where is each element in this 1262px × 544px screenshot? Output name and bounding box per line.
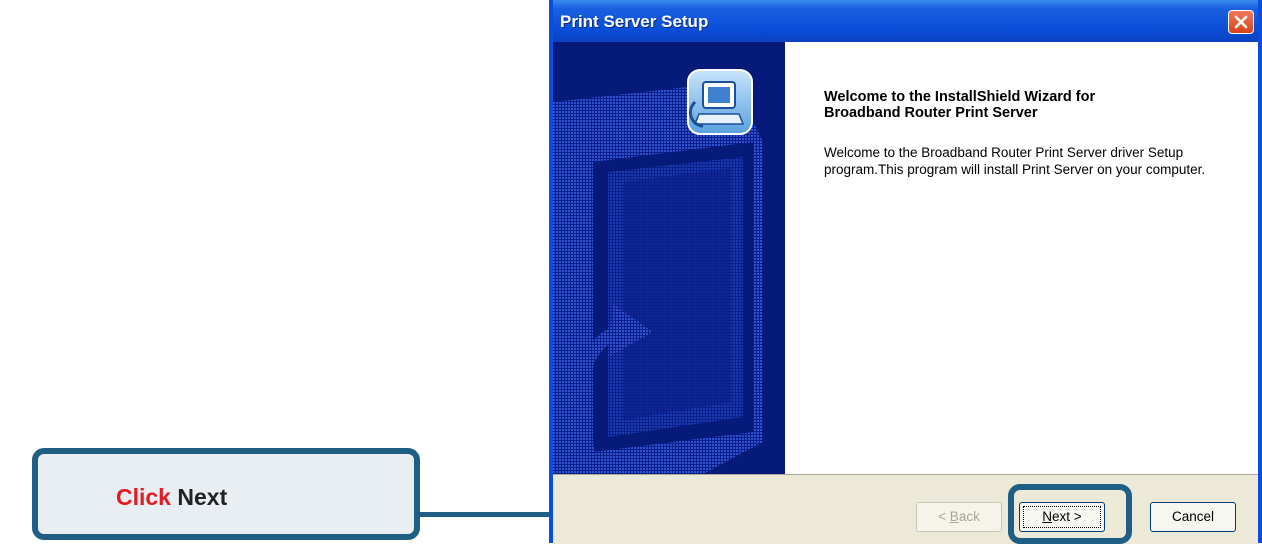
wizard-heading: Welcome to the InstallShield Wizard for … [824, 89, 1096, 121]
callout-text: Click Next [116, 484, 227, 511]
wizard-button-bar: < Back Next > Cancel [553, 474, 1258, 544]
callout-target: Next [177, 484, 228, 510]
wizard-content: Welcome to the InstallShield Wizard for … [553, 42, 1258, 474]
back-accel: B [949, 509, 959, 524]
back-prefix: < [938, 509, 950, 524]
next-button-highlight [1008, 484, 1132, 544]
callout-verb: Click [116, 484, 171, 510]
window-title: Print Server Setup [560, 12, 709, 31]
close-icon [1234, 15, 1248, 29]
cancel-button[interactable]: Cancel [1150, 502, 1236, 532]
back-label-rest: ack [958, 509, 980, 524]
back-button: < Back [916, 502, 1002, 532]
installshield-banner [553, 42, 785, 474]
title-bar[interactable]: Print Server Setup [553, 0, 1258, 42]
setup-wizard-window: Print Server Setup Welcome to the Instal… [549, 0, 1262, 544]
setup-computer-icon [687, 69, 753, 135]
close-button[interactable] [1228, 10, 1254, 34]
wizard-description: Welcome to the Broadband Router Print Se… [824, 145, 1206, 177]
instruction-callout: Click Next [32, 448, 420, 540]
